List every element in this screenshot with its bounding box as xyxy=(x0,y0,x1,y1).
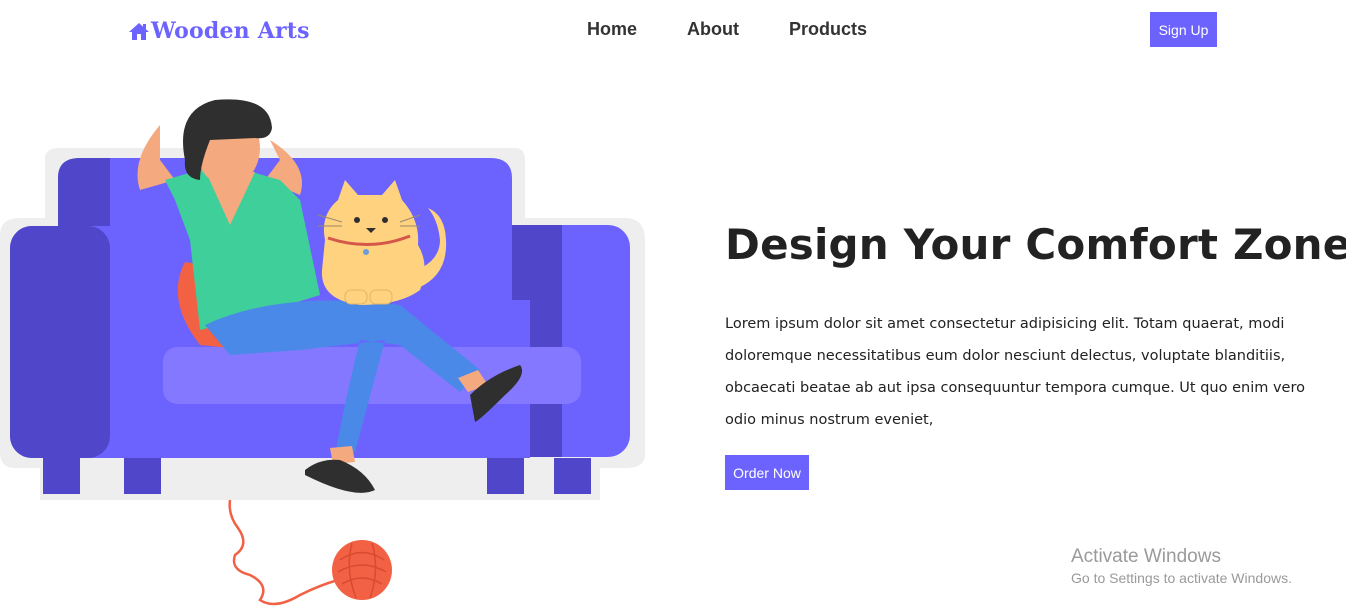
windows-activation-watermark: Activate Windows Go to Settings to activ… xyxy=(1071,546,1292,588)
nav-about[interactable]: About xyxy=(687,17,739,41)
hero-title: Design Your Comfort Zone. xyxy=(725,220,1346,269)
home-icon xyxy=(128,20,150,42)
couch-person-cat-illustration xyxy=(0,99,645,606)
nav-home[interactable]: Home xyxy=(587,17,637,41)
nav-products[interactable]: Products xyxy=(789,17,867,41)
signup-button[interactable]: Sign Up xyxy=(1150,12,1217,47)
hero-description: Lorem ipsum dolor sit amet consectetur a… xyxy=(725,316,1305,428)
brand-name: Wooden Arts xyxy=(151,18,310,44)
watermark-title: Activate Windows xyxy=(1071,546,1221,567)
brand-logo[interactable]: Wooden Arts xyxy=(128,16,310,46)
main-nav: Home About Products xyxy=(587,17,867,41)
hero-illustration xyxy=(0,85,660,614)
order-now-button[interactable]: Order Now xyxy=(725,455,809,490)
watermark-subtitle: Go to Settings to activate Windows. xyxy=(1071,570,1292,586)
